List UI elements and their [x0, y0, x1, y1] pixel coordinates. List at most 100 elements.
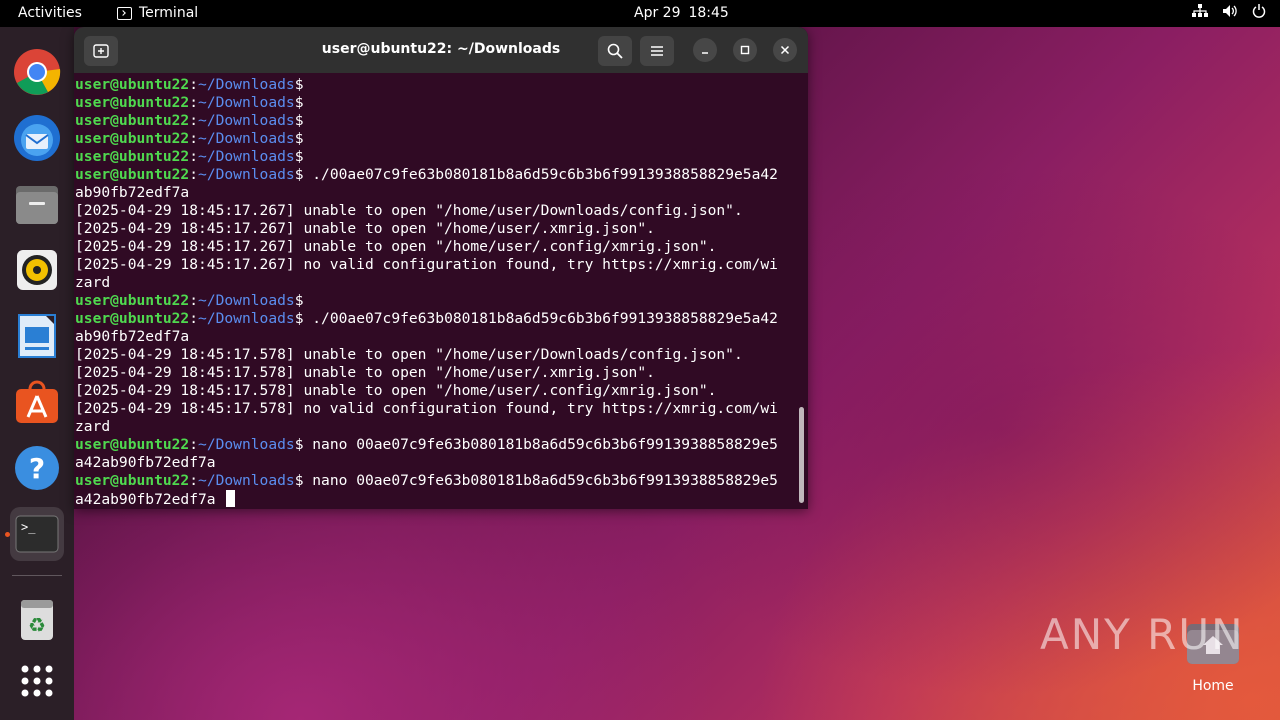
prompt-colon: :	[189, 148, 199, 165]
system-tray[interactable]	[1192, 4, 1266, 18]
terminal-window[interactable]: user@ubuntu22: ~/Downloads user@ubuntu22…	[74, 27, 808, 509]
network-icon	[1192, 4, 1208, 17]
prompt-colon: :	[189, 94, 199, 111]
svg-text:♻: ♻	[28, 613, 46, 637]
terminal-line: user@ubuntu22:~/Downloads$ nano 00ae07c9…	[75, 472, 794, 490]
minimize-button[interactable]	[693, 38, 717, 62]
prompt-symbol: $	[294, 130, 304, 147]
close-button[interactable]	[773, 38, 797, 62]
terminal-line: a42ab90fb72edf7a	[75, 490, 794, 508]
time: 18:45	[688, 5, 729, 21]
svg-text:>_: >_	[21, 520, 36, 534]
power-icon	[1252, 4, 1266, 18]
dock-rhythmbox[interactable]	[10, 243, 64, 297]
show-apps-button[interactable]	[10, 654, 64, 708]
command-text: ./00ae07c9fe63b080181b8a6d59c6b3b6f99139…	[303, 310, 778, 327]
dock-files[interactable]	[10, 177, 64, 231]
files-icon	[16, 186, 58, 224]
svg-text:?: ?	[29, 452, 45, 485]
terminal-line: [2025-04-29 18:45:17.578] unable to open…	[75, 346, 794, 364]
search-button[interactable]	[598, 36, 632, 66]
terminal-line: user@ubuntu22:~/Downloads$	[75, 130, 794, 148]
prompt-user: user@ubuntu22	[75, 310, 190, 327]
output-text: [2025-04-29 18:45:17.267] no valid confi…	[75, 256, 778, 273]
prompt-user: user@ubuntu22	[75, 112, 190, 129]
output-text: [2025-04-29 18:45:17.578] unable to open…	[75, 382, 717, 399]
command-text: ./00ae07c9fe63b080181b8a6d59c6b3b6f99139…	[303, 166, 778, 183]
dock-separator	[12, 575, 62, 576]
menu-button[interactable]	[640, 36, 674, 66]
output-text: ab90fb72edf7a	[75, 328, 190, 345]
dock-writer[interactable]	[10, 309, 64, 363]
watermark: ANY RUN	[1040, 610, 1245, 659]
prompt-path: ~/Downloads	[198, 292, 295, 309]
dock-thunderbird[interactable]	[10, 111, 64, 165]
app-grid-icon	[21, 665, 53, 697]
minimize-icon	[702, 52, 708, 54]
prompt-colon: :	[189, 292, 199, 309]
prompt-symbol: $	[294, 112, 304, 129]
prompt-path: ~/Downloads	[198, 148, 295, 165]
dock-chrome[interactable]	[10, 45, 64, 99]
terminal-line: user@ubuntu22:~/Downloads$	[75, 148, 794, 166]
clock[interactable]: Apr 29 18:45	[634, 5, 729, 21]
output-text: [2025-04-29 18:45:17.578] unable to open…	[75, 346, 743, 363]
prompt-user: user@ubuntu22	[75, 166, 190, 183]
home-label: Home	[1192, 678, 1234, 694]
terminal-line: zard	[75, 274, 794, 292]
running-indicator	[5, 532, 10, 537]
app-center-icon	[16, 380, 58, 423]
prompt-colon: :	[189, 166, 199, 183]
thunderbird-icon	[14, 115, 60, 161]
output-text: [2025-04-29 18:45:17.267] unable to open…	[75, 238, 717, 255]
terminal-line: user@ubuntu22:~/Downloads$	[75, 94, 794, 112]
dock: ? >_ ♻	[0, 27, 74, 720]
terminal-line: user@ubuntu22:~/Downloads$	[75, 292, 794, 310]
maximize-button[interactable]	[733, 38, 757, 62]
dock-app-center[interactable]	[10, 375, 64, 429]
prompt-symbol: $	[294, 76, 304, 93]
chrome-icon	[14, 49, 61, 95]
command-text: nano 00ae07c9fe63b080181b8a6d59c6b3b6f99…	[303, 472, 778, 489]
prompt-user: user@ubuntu22	[75, 292, 190, 309]
terminal-line: zard	[75, 418, 794, 436]
terminal-line: ab90fb72edf7a	[75, 184, 794, 202]
prompt-user: user@ubuntu22	[75, 436, 190, 453]
prompt-user: user@ubuntu22	[75, 94, 190, 111]
dock-help[interactable]: ?	[10, 441, 64, 495]
prompt-path: ~/Downloads	[198, 76, 295, 93]
app-menu[interactable]: Terminal	[117, 5, 198, 21]
terminal-line: user@ubuntu22:~/Downloads$	[75, 112, 794, 130]
terminal-icon	[117, 6, 132, 20]
prompt-user: user@ubuntu22	[75, 76, 190, 93]
output-text: [2025-04-29 18:45:17.267] unable to open…	[75, 220, 655, 237]
prompt-symbol: $	[294, 148, 304, 165]
prompt-colon: :	[189, 112, 199, 129]
volume-icon	[1223, 5, 1237, 17]
prompt-path: ~/Downloads	[198, 310, 295, 327]
terminal-line: ab90fb72edf7a	[75, 328, 794, 346]
terminal-line: [2025-04-29 18:45:17.267] unable to open…	[75, 220, 794, 238]
help-icon: ?	[15, 446, 59, 490]
dock-terminal[interactable]: >_	[10, 507, 64, 561]
maximize-icon	[740, 45, 750, 55]
terminal-output[interactable]: user@ubuntu22:~/Downloads$ user@ubuntu22:…	[75, 76, 794, 509]
command-text: nano 00ae07c9fe63b080181b8a6d59c6b3b6f99…	[303, 436, 778, 453]
prompt-symbol: $	[294, 292, 304, 309]
scrollbar[interactable]	[799, 407, 804, 503]
title-bar[interactable]: user@ubuntu22: ~/Downloads	[74, 27, 808, 73]
prompt-colon: :	[189, 472, 199, 489]
terminal-line: a42ab90fb72edf7a	[75, 454, 794, 472]
prompt-user: user@ubuntu22	[75, 148, 190, 165]
prompt-colon: :	[189, 436, 199, 453]
app-name: Terminal	[139, 5, 199, 21]
output-text: zard	[75, 418, 111, 435]
rhythmbox-icon	[17, 250, 57, 290]
activities-button[interactable]: Activities	[18, 5, 82, 21]
dock-trash[interactable]: ♻	[10, 592, 64, 646]
output-text: [2025-04-29 18:45:17.578] no valid confi…	[75, 400, 778, 417]
text-cursor	[226, 490, 236, 507]
terminal-line: [2025-04-29 18:45:17.578] unable to open…	[75, 382, 794, 400]
prompt-colon: :	[189, 76, 199, 93]
prompt-symbol: $	[294, 94, 304, 111]
